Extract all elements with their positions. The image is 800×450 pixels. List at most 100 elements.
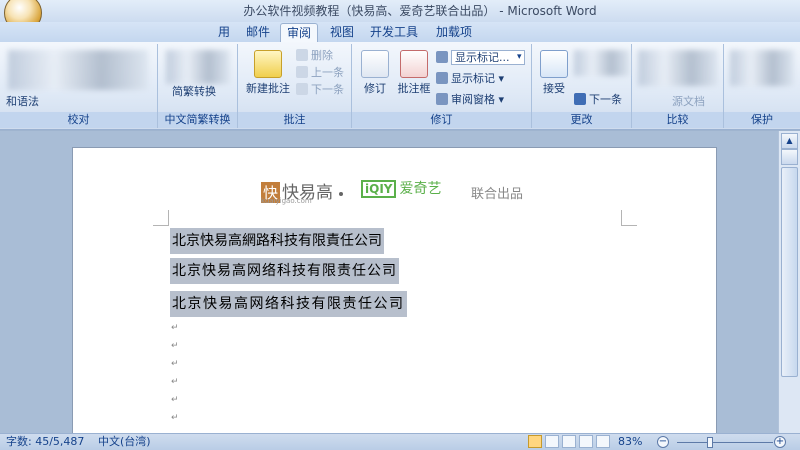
group-comments: 新建批注 删除 上一条 下一条 批注: [238, 44, 352, 128]
ruler-toggle-button[interactable]: [781, 149, 798, 165]
next-icon: [296, 83, 308, 95]
ribbon-tabs: 用 邮件 审阅 视图 开发工具 加载项: [0, 22, 800, 42]
selected-text-line[interactable]: 北京快易高网络科技有限责任公司: [170, 258, 399, 284]
track-changes-label: 修订: [364, 82, 386, 95]
paragraph-mark: ↵: [171, 359, 179, 369]
joint-production-label: 联合出品: [471, 187, 524, 202]
scroll-thumb[interactable]: [781, 167, 798, 377]
track-changes-icon: [361, 50, 389, 78]
tab-mailings[interactable]: 邮件: [240, 23, 276, 42]
new-comment-label: 新建批注: [246, 82, 290, 95]
zoom-slider-thumb[interactable]: [707, 437, 713, 448]
balloons-icon: [400, 50, 428, 78]
display-for-review-dropdown[interactable]: 显示标记...: [436, 50, 525, 66]
zoom-out-button[interactable]: −: [657, 436, 669, 448]
track-changes-button[interactable]: 修订: [356, 50, 394, 96]
group-label-comments: 批注: [238, 112, 351, 128]
previous-comment-button[interactable]: 上一条: [296, 65, 344, 81]
accept-icon: [540, 50, 568, 78]
group-label-changes: 更改: [532, 112, 631, 128]
document-page[interactable]: 快快易高 kuaiyigao.com iQIY 爱奇艺 联合出品 北京快易高網路科…: [72, 147, 717, 447]
outline-view-button[interactable]: [579, 435, 593, 448]
tab-insert[interactable]: 用: [212, 23, 236, 42]
ribbon: 和语法 校对 简繁转换 中文简繁转换 新建批注 删除 上一条 下一条 批注 修订…: [0, 42, 800, 130]
tab-review[interactable]: 审阅: [280, 23, 319, 42]
display-review-icon: [436, 51, 448, 63]
full-screen-reading-view-button[interactable]: [545, 435, 559, 448]
status-bar: 字数: 45/5,487 中文(台湾) 83% − +: [0, 433, 800, 450]
paragraph-mark: ↵: [171, 413, 179, 423]
review-pane-button[interactable]: 审阅窗格 ▾: [436, 92, 504, 108]
blurred-region: [730, 50, 794, 86]
blurred-region: [8, 50, 148, 90]
display-review-value: 显示标记...: [451, 50, 525, 65]
kuaiyigao-logo-url: kuaiyigao.com: [261, 197, 312, 205]
print-layout-view-button[interactable]: [528, 435, 542, 448]
scroll-up-button[interactable]: ▲: [781, 133, 798, 149]
accept-label: 接受: [543, 82, 565, 95]
balloons-label: 批注框: [397, 82, 431, 95]
source-document-button[interactable]: 源文档: [672, 94, 705, 110]
title-bar: 办公软件视频教程（快易高、爱奇艺联合出品） - Microsoft Word: [0, 0, 800, 32]
group-compare: 源文档 比较: [632, 44, 724, 128]
delete-label: 删除: [311, 49, 333, 62]
paragraph-mark: ↵: [171, 341, 179, 351]
iqiyi-logo-text: 爱奇艺: [399, 181, 442, 197]
group-label-proofing: 校对: [0, 112, 157, 128]
review-pane-icon: [436, 93, 448, 105]
paragraph-mark: ↵: [171, 323, 179, 333]
tab-view[interactable]: 视图: [324, 23, 360, 42]
previous-icon: [296, 66, 308, 78]
convert-button[interactable]: 简繁转换: [172, 84, 216, 100]
vertical-scrollbar[interactable]: ▲: [778, 131, 800, 433]
show-markup-button[interactable]: 显示标记 ▾: [436, 71, 504, 87]
delete-comment-button[interactable]: 删除: [296, 48, 333, 64]
next-comment-button[interactable]: 下一条: [296, 82, 344, 98]
iqiyi-logo: iQIY 爱奇艺: [361, 178, 441, 198]
group-tracking: 修订 批注框 显示标记... 显示标记 ▾ 审阅窗格 ▾ 修订: [352, 44, 532, 128]
paragraph-mark: ↵: [171, 395, 179, 405]
tab-developer[interactable]: 开发工具: [364, 23, 424, 42]
new-comment-icon: [254, 50, 282, 78]
tab-addins[interactable]: 加载项: [430, 23, 478, 42]
blurred-region: [574, 50, 630, 76]
document-area: 快快易高 kuaiyigao.com iQIY 爱奇艺 联合出品 北京快易高網路科…: [0, 131, 778, 447]
zoom-in-button[interactable]: +: [774, 436, 786, 448]
review-pane-label: 审阅窗格: [451, 93, 495, 106]
group-proofing: 和语法 校对: [0, 44, 158, 128]
zoom-level[interactable]: 83%: [618, 434, 642, 450]
next-change-label: 下一条: [589, 93, 622, 106]
crop-mark-right: [621, 210, 637, 226]
group-changes: 接受 下一条 更改: [532, 44, 632, 128]
new-comment-button[interactable]: 新建批注: [242, 50, 294, 96]
window-title: 办公软件视频教程（快易高、爱奇艺联合出品） - Microsoft Word: [243, 4, 597, 18]
iqiyi-logo-mark: iQIY: [361, 180, 397, 198]
next-label: 下一条: [311, 83, 344, 96]
delete-icon: [296, 49, 308, 61]
paragraph-mark: ↵: [171, 377, 179, 387]
show-markup-label: 显示标记: [451, 72, 495, 85]
language-indicator[interactable]: 中文(台湾): [98, 434, 151, 450]
next-change-button[interactable]: 下一条: [574, 92, 622, 108]
next-change-icon: [574, 93, 586, 105]
group-label-tracking: 修订: [352, 112, 531, 128]
group-chinese-conversion: 简繁转换 中文简繁转换: [158, 44, 238, 128]
blurred-region: [638, 50, 718, 86]
group-label-chinese: 中文简繁转换: [158, 112, 237, 128]
group-protect: 保护: [724, 44, 800, 128]
previous-label: 上一条: [311, 66, 344, 79]
grammar-button[interactable]: 和语法: [6, 94, 39, 110]
group-label-protect: 保护: [724, 112, 800, 128]
balloons-button[interactable]: 批注框: [394, 50, 434, 96]
accept-button[interactable]: 接受: [536, 50, 572, 96]
word-count[interactable]: 字数: 45/5,487: [6, 434, 84, 450]
zoom-slider-track[interactable]: [677, 442, 773, 443]
group-label-compare: 比较: [632, 112, 723, 128]
draft-view-button[interactable]: [596, 435, 610, 448]
web-layout-view-button[interactable]: [562, 435, 576, 448]
kuaiyigao-logo: 快快易高 kuaiyigao.com: [261, 178, 333, 205]
selected-text-line[interactable]: 北京快易高网络科技有限责任公司: [170, 291, 407, 317]
logo-separator-dot: [339, 192, 343, 196]
selected-text-line[interactable]: 北京快易高網路科技有限責任公司: [170, 228, 384, 254]
show-markup-icon: [436, 72, 448, 84]
